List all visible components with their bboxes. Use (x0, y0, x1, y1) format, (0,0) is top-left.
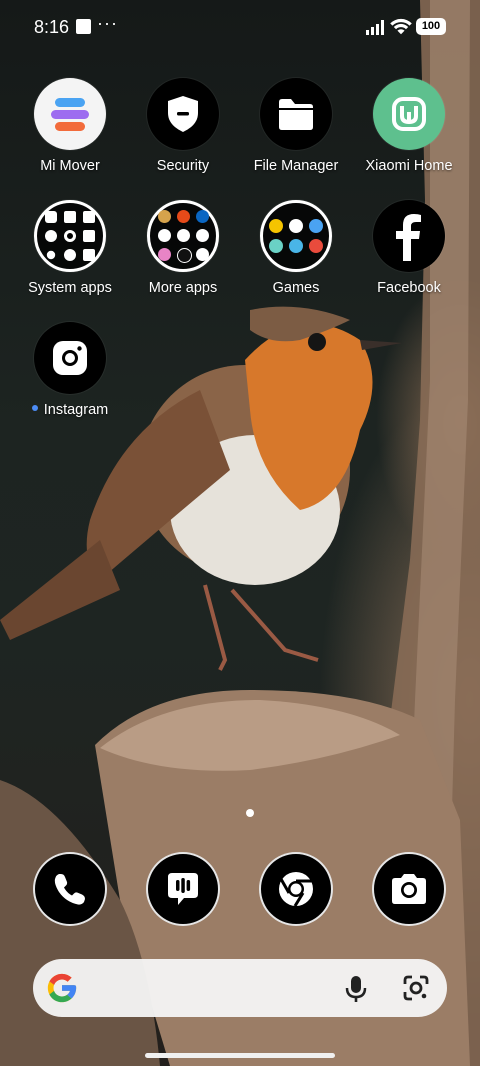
clock: 8:16 (34, 17, 70, 37)
dock-messages[interactable] (146, 852, 220, 926)
messages-icon (168, 873, 198, 905)
app-label: Games (272, 280, 320, 296)
lens-icon[interactable] (403, 975, 429, 1001)
folder-more-apps[interactable]: More apps (128, 200, 238, 296)
app-xiaomi-home[interactable]: Xiaomi Home (354, 78, 464, 174)
instagram-icon (34, 322, 106, 394)
folder-icon (260, 200, 332, 272)
app-label: Mi Mover (40, 158, 100, 174)
folder-system-apps[interactable]: System apps (15, 200, 125, 296)
app-label: Security (156, 158, 210, 174)
home-indicator-bar[interactable] (145, 1053, 335, 1058)
security-shield-icon (147, 78, 219, 150)
app-security[interactable]: Security (128, 78, 238, 174)
app-label: Xiaomi Home (365, 158, 453, 174)
app-file-manager[interactable]: File Manager (241, 78, 351, 174)
app-label: Instagram (15, 402, 125, 418)
dock-camera[interactable] (372, 852, 446, 926)
status-bar: 8:16 ··· 100 (0, 0, 480, 58)
folder-icon (34, 200, 106, 272)
app-instagram[interactable]: Instagram (15, 322, 125, 418)
chrome-icon (279, 872, 313, 907)
app-label: File Manager (253, 158, 339, 174)
dock-chrome[interactable] (259, 852, 333, 926)
folder-icon (147, 200, 219, 272)
phone-icon (54, 874, 85, 905)
notification-square-icon (76, 19, 91, 34)
new-indicator-dot (31, 405, 38, 412)
app-label: System apps (28, 280, 112, 296)
signal-icon (366, 20, 384, 35)
google-search-bar[interactable] (33, 959, 447, 1017)
instagram-label: Instagram (43, 402, 109, 418)
more-dots-icon: ··· (97, 13, 118, 33)
app-mi-mover[interactable]: Mi Mover (15, 78, 125, 174)
dock-phone[interactable] (33, 852, 107, 926)
wifi-icon (390, 18, 412, 35)
google-g-icon (47, 973, 77, 1003)
app-label: Facebook (377, 280, 441, 296)
folder-icon (260, 78, 332, 150)
camera-icon (392, 874, 426, 904)
app-label: More apps (148, 280, 218, 296)
facebook-icon (373, 200, 445, 272)
microphone-icon[interactable] (345, 975, 367, 1003)
mi-mover-icon (34, 78, 106, 150)
folder-games[interactable]: Games (241, 200, 351, 296)
xiaomi-home-icon (373, 78, 445, 150)
page-indicator (246, 809, 254, 817)
battery-icon: 100 (416, 18, 446, 35)
app-facebook[interactable]: Facebook (354, 200, 464, 296)
